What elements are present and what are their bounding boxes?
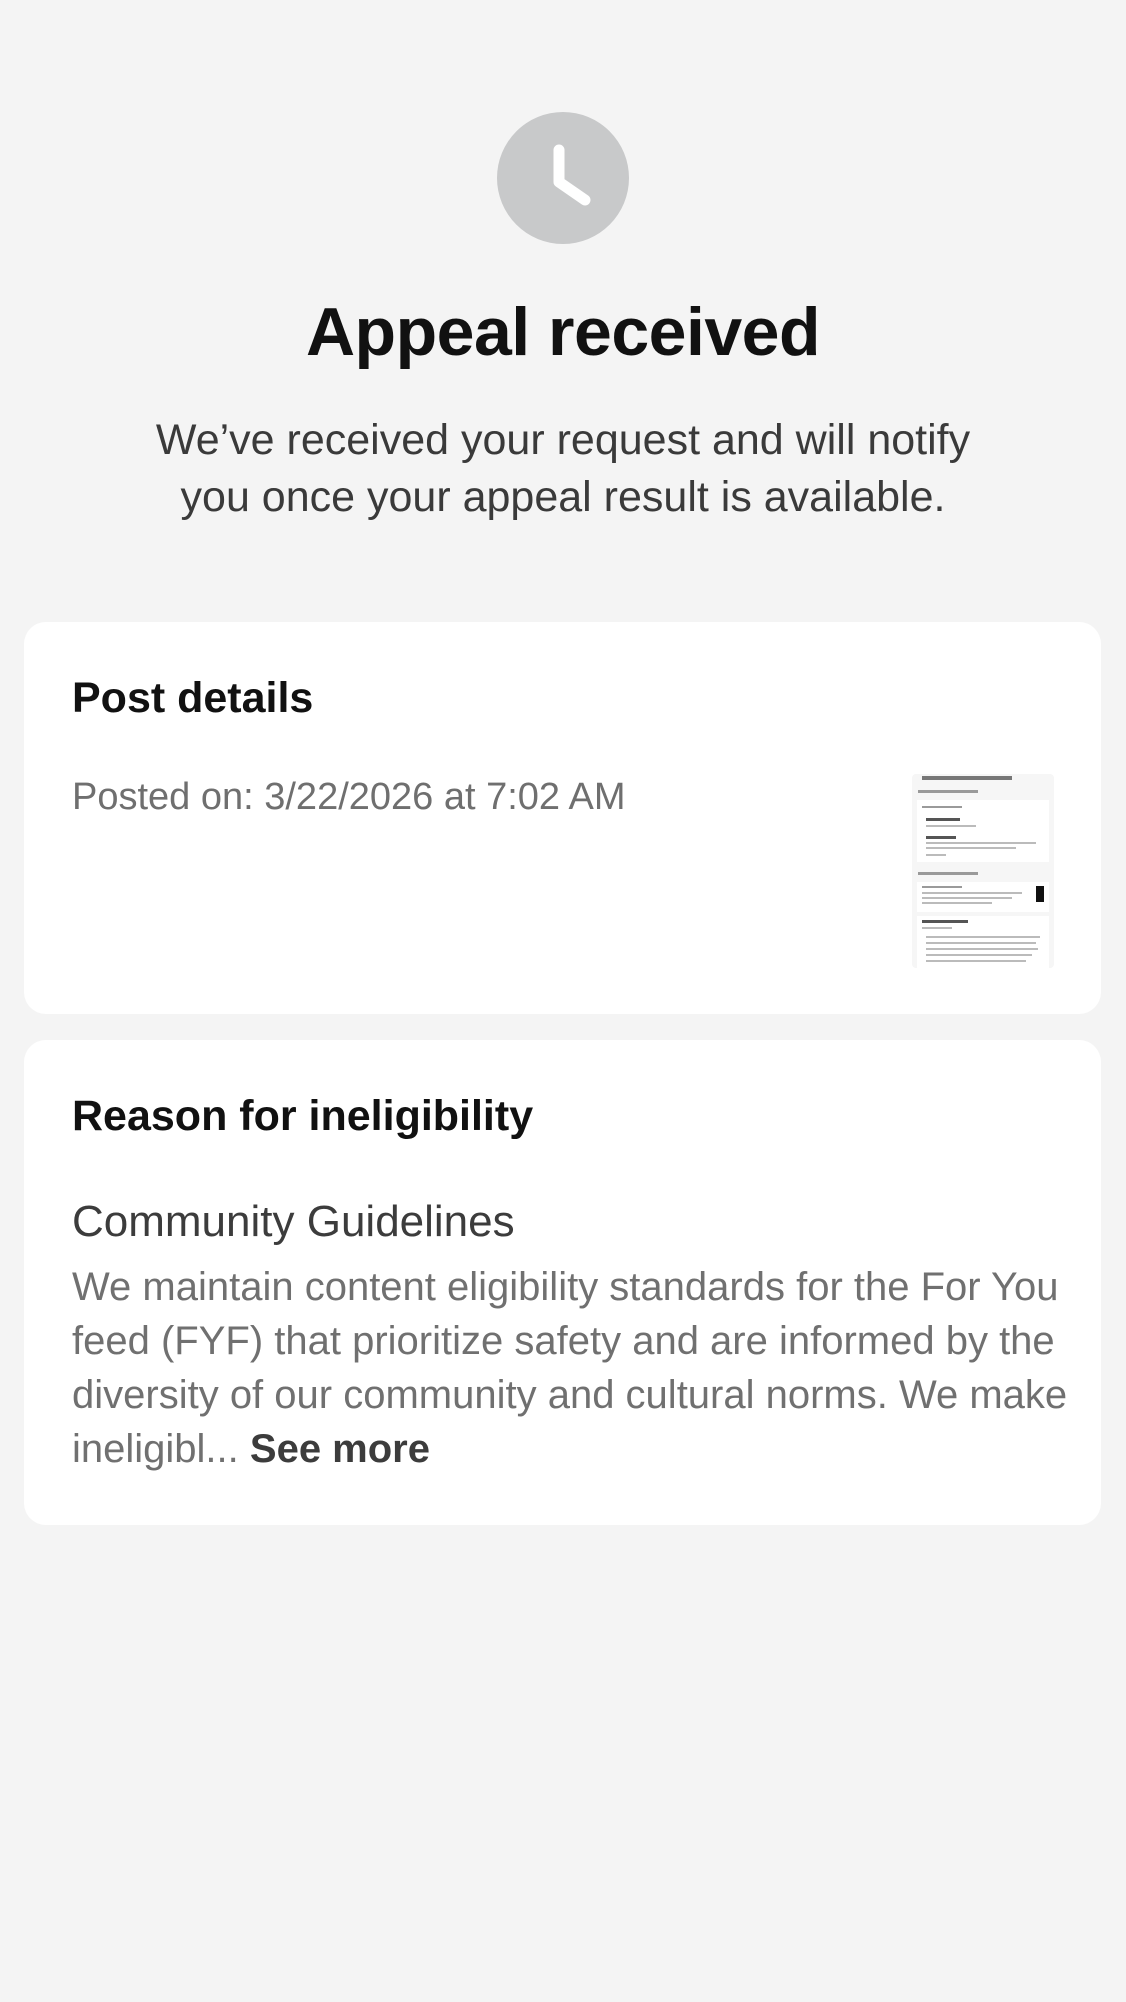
reason-card: Reason for ineligibility Community Guide… (24, 1040, 1101, 1525)
clock-icon (497, 112, 629, 244)
post-details-title: Post details (72, 674, 314, 722)
reason-body-text: We maintain content eligibility standard… (72, 1265, 1068, 1471)
post-details-card: Post details Posted on: 3/22/2026 at 7:0… (24, 622, 1101, 1014)
page-title: Appeal received (305, 294, 821, 370)
reason-title: Reason for ineligibility (72, 1092, 534, 1140)
reason-heading: Community Guidelines (72, 1197, 515, 1246)
reason-body: We maintain content eligibility standard… (72, 1260, 1072, 1476)
page-subtitle: We’ve received your request and will not… (155, 416, 971, 521)
see-more-link[interactable]: See more (250, 1427, 430, 1471)
post-thumbnail[interactable] (912, 774, 1054, 968)
posted-on-text: Posted on: 3/22/2026 at 7:02 AM (72, 776, 626, 818)
